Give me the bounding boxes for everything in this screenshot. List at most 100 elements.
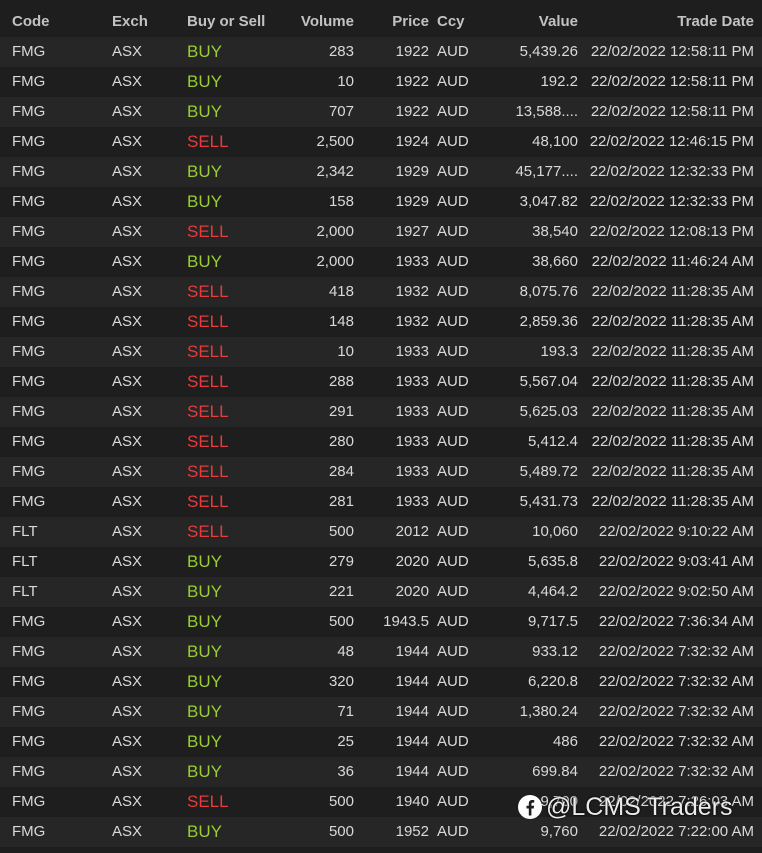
- table-row[interactable]: FMG ASX BUY 158 1929 AUD 3,047.82 22/02/2022 12…: [0, 187, 762, 217]
- cell-trade-date: 22/02/2022 11:28:35 AM: [591, 493, 754, 510]
- column-header-price[interactable]: Price: [392, 7, 429, 37]
- cell-exch: ASX: [112, 823, 143, 840]
- cell-trade-date: 22/02/2022 11:28:35 AM: [591, 343, 754, 360]
- table-row[interactable]: FMG ASX SELL 288 1933 AUD 5,567.04 22/02/2022 1…: [0, 367, 762, 397]
- cell-ccy: AUD: [437, 823, 469, 840]
- table-row[interactable]: FMG ASX SELL 291 1933 AUD 5,625.03 22/02/2022 1…: [0, 397, 762, 427]
- cell-side: SELL: [187, 492, 229, 511]
- cell-value: 5,635.8: [527, 553, 578, 570]
- cell-price: 1922: [395, 103, 429, 120]
- cell-ccy: AUD: [437, 43, 469, 60]
- cell-ccy: AUD: [437, 613, 469, 630]
- cell-volume: 71: [337, 703, 354, 720]
- table-row[interactable]: FMG ASX BUY 71 1944 AUD 1,380.24 22/02/2022 7:3…: [0, 697, 762, 727]
- table-row[interactable]: FMG ASX BUY 320 1944 AUD 6,220.8 22/02/2022 7:3…: [0, 667, 762, 697]
- cell-ccy: AUD: [437, 523, 469, 540]
- cell-volume: 2,500: [316, 133, 354, 150]
- cell-code: FLT: [12, 583, 38, 600]
- cell-exch: ASX: [112, 43, 143, 60]
- table-row[interactable]: FMG ASX SELL 284 1933 AUD 5,489.72 22/02/2022 1…: [0, 457, 762, 487]
- cell-price: 1944: [395, 703, 429, 720]
- table-row[interactable]: FMG ASX BUY 500 1943.5 AUD 9,717.5 22/02/2022 7…: [0, 607, 762, 637]
- table-body: FMG ASX BUY 283 1922 AUD 5,439.26 22/02/2022 12…: [0, 37, 762, 847]
- table-row[interactable]: FMG ASX BUY 10 1922 AUD 192.2 22/02/2022 12:58:…: [0, 67, 762, 97]
- cell-volume: 281: [328, 493, 354, 510]
- cell-exch: ASX: [112, 343, 143, 360]
- table-row[interactable]: FMG ASX SELL 280 1933 AUD 5,412.4 22/02/2022 11…: [0, 427, 762, 457]
- cell-ccy: AUD: [437, 553, 469, 570]
- cell-value: 13,588....: [515, 103, 578, 120]
- cell-side: BUY: [187, 612, 222, 631]
- table-row[interactable]: FMG ASX SELL 2,500 1924 AUD 48,100 22/02/2022 1…: [0, 127, 762, 157]
- cell-ccy: AUD: [437, 493, 469, 510]
- cell-exch: ASX: [112, 493, 143, 510]
- cell-code: FMG: [12, 643, 46, 660]
- cell-exch: ASX: [112, 553, 143, 570]
- column-header-code[interactable]: Code: [12, 7, 50, 37]
- table-row[interactable]: FMG ASX BUY 36 1944 AUD 699.84 22/02/2022 7:32:…: [0, 757, 762, 787]
- cell-exch: ASX: [112, 283, 143, 300]
- column-header-ccy[interactable]: Ccy: [437, 7, 465, 37]
- cell-code: FMG: [12, 613, 46, 630]
- table-row[interactable]: FMG ASX BUY 2,342 1929 AUD 45,177.... 22/02/202…: [0, 157, 762, 187]
- cell-ccy: AUD: [437, 463, 469, 480]
- cell-side: SELL: [187, 312, 229, 331]
- table-row[interactable]: FMG ASX SELL 10 1933 AUD 193.3 22/02/2022 11:28…: [0, 337, 762, 367]
- cell-trade-date: 22/02/2022 12:46:15 PM: [589, 133, 754, 150]
- cell-trade-date: 22/02/2022 12:32:33 PM: [589, 193, 754, 210]
- cell-volume: 500: [328, 523, 354, 540]
- table-row[interactable]: FMG ASX BUY 707 1922 AUD 13,588.... 22/02/2022 …: [0, 97, 762, 127]
- table-row[interactable]: FMG ASX SELL 418 1932 AUD 8,075.76 22/02/2022 1…: [0, 277, 762, 307]
- cell-exch: ASX: [112, 733, 143, 750]
- cell-side: BUY: [187, 762, 222, 781]
- cell-volume: 500: [328, 613, 354, 630]
- column-header-side[interactable]: Buy or Sell: [187, 7, 265, 37]
- table-row[interactable]: FLT ASX BUY 279 2020 AUD 5,635.8 22/02/2022 9:0…: [0, 547, 762, 577]
- cell-price: 1944: [395, 643, 429, 660]
- table-row[interactable]: FMG ASX BUY 2,000 1933 AUD 38,660 22/02/2022 11…: [0, 247, 762, 277]
- cell-code: FMG: [12, 433, 46, 450]
- cell-side: SELL: [187, 132, 229, 151]
- cell-ccy: AUD: [437, 223, 469, 240]
- cell-price: 1932: [395, 313, 429, 330]
- cell-trade-date: 22/02/2022 12:58:11 PM: [590, 103, 754, 120]
- cell-price: 1933: [395, 493, 429, 510]
- cell-code: FMG: [12, 133, 46, 150]
- cell-price: 1927: [395, 223, 429, 240]
- cell-trade-date: 22/02/2022 11:28:35 AM: [591, 433, 754, 450]
- cell-price: 1929: [395, 163, 429, 180]
- table-row[interactable]: FMG ASX BUY 25 1944 AUD 486 22/02/2022 7:32:32 …: [0, 727, 762, 757]
- cell-ccy: AUD: [437, 433, 469, 450]
- table-row[interactable]: FLT ASX BUY 221 2020 AUD 4,464.2 22/02/2022 9:0…: [0, 577, 762, 607]
- cell-exch: ASX: [112, 703, 143, 720]
- cell-price: 1944: [395, 673, 429, 690]
- column-header-value[interactable]: Value: [539, 7, 578, 37]
- table-row[interactable]: FMG ASX SELL 281 1933 AUD 5,431.73 22/02/2022 1…: [0, 487, 762, 517]
- cell-volume: 279: [328, 553, 354, 570]
- cell-ccy: AUD: [437, 733, 469, 750]
- cell-trade-date: 22/02/2022 7:32:32 AM: [598, 643, 754, 660]
- cell-ccy: AUD: [437, 253, 469, 270]
- cell-volume: 148: [328, 313, 354, 330]
- column-header-volume[interactable]: Volume: [301, 7, 354, 37]
- cell-volume: 500: [328, 793, 354, 810]
- table-row[interactable]: FMG ASX BUY 283 1922 AUD 5,439.26 22/02/2022 12…: [0, 37, 762, 67]
- cell-side: SELL: [187, 222, 229, 241]
- cell-price: 1933: [395, 433, 429, 450]
- cell-exch: ASX: [112, 313, 143, 330]
- watermark: @LCMS Traders: [518, 792, 733, 822]
- table-row[interactable]: FMG ASX BUY 48 1944 AUD 933.12 22/02/2022 7:32:…: [0, 637, 762, 667]
- cell-value: 45,177....: [515, 163, 578, 180]
- column-header-exch[interactable]: Exch: [112, 7, 148, 37]
- cell-side: SELL: [187, 342, 229, 361]
- table-row[interactable]: FMG ASX SELL 148 1932 AUD 2,859.36 22/02/2022 1…: [0, 307, 762, 337]
- cell-ccy: AUD: [437, 193, 469, 210]
- table-row[interactable]: FLT ASX SELL 500 2012 AUD 10,060 22/02/2022 9:1…: [0, 517, 762, 547]
- cell-price: 2020: [395, 553, 429, 570]
- column-header-trade-date[interactable]: Trade Date: [677, 7, 754, 37]
- cell-ccy: AUD: [437, 673, 469, 690]
- cell-trade-date: 22/02/2022 7:36:34 AM: [598, 613, 754, 630]
- cell-value: 5,489.72: [519, 463, 578, 480]
- table-row[interactable]: FMG ASX SELL 2,000 1927 AUD 38,540 22/02/2022 1…: [0, 217, 762, 247]
- cell-trade-date: 22/02/2022 9:10:22 AM: [598, 523, 754, 540]
